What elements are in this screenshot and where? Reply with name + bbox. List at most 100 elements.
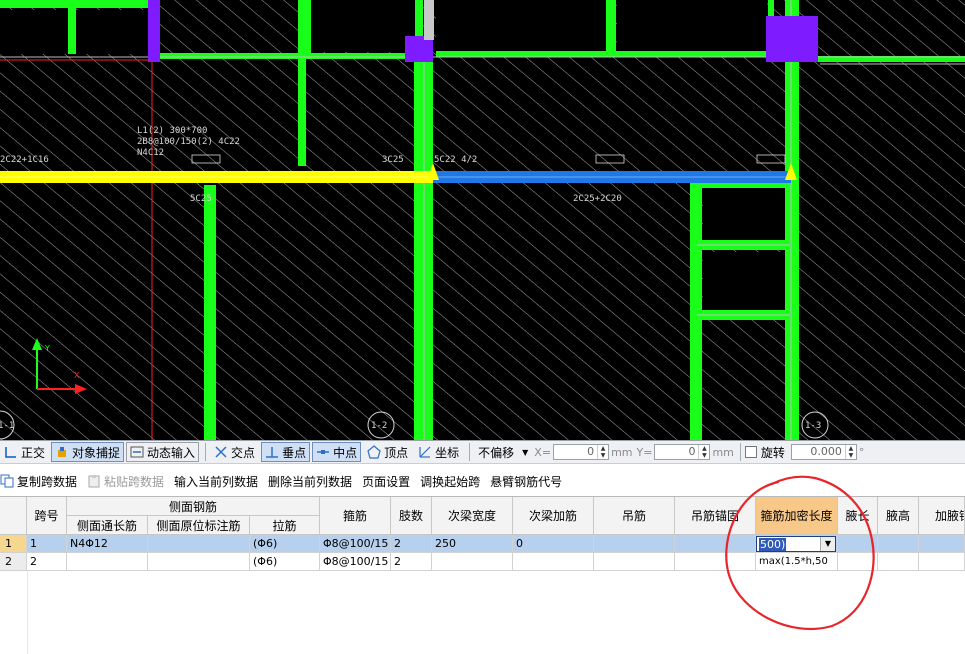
table-row[interactable]: 2 2 (Φ6) Φ8@100/15 2 max(1.5*h,50 xyxy=(0,553,965,571)
dynamic-input-toggle[interactable]: 动态输入 xyxy=(126,442,200,462)
cell-haunch-bar[interactable] xyxy=(919,535,965,553)
paste-span-data-button[interactable]: 粘贴跨数据 xyxy=(87,473,164,490)
col-header-legs[interactable]: 肢数 xyxy=(391,497,432,535)
beam-annotation: 2B8@100/150(2) 4C22 xyxy=(137,137,240,147)
svg-text:X: X xyxy=(74,371,80,380)
midpoint-snap[interactable]: 中点 xyxy=(312,442,362,462)
col-header-tie[interactable]: 拉筋 xyxy=(250,516,320,535)
col-header-label: 次梁宽度 xyxy=(447,509,496,523)
rotate-angle-input[interactable]: 0.000 ▲ ▼ xyxy=(790,444,857,460)
snap-toolbar: 正交 对象捕捉 动态输入 交点 垂点 中点 顶点 坐标 不偏移 ▼ X= 0 ▲… xyxy=(0,440,965,464)
delete-current-column-label: 删除当前列数据 xyxy=(268,474,353,489)
perpendicular-snap[interactable]: 垂点 xyxy=(261,442,311,462)
chevron-down-icon[interactable]: ▼ xyxy=(820,537,835,551)
rebar-label: 3C25 xyxy=(382,155,404,165)
col-header-dense-len[interactable]: 箍筋加密长度 xyxy=(756,497,838,535)
col-header-span[interactable]: 跨号 xyxy=(27,497,67,535)
spin-icon[interactable]: ▲ ▼ xyxy=(844,445,856,459)
col-header-label: 箍筋 xyxy=(342,509,367,523)
cell-tie[interactable]: (Φ6) xyxy=(250,535,320,553)
cell-haunch-h[interactable] xyxy=(878,535,919,553)
cell-hanger[interactable] xyxy=(594,535,675,553)
rotate-checkbox[interactable] xyxy=(744,446,757,458)
copy-icon xyxy=(0,474,14,488)
cell-dense-len[interactable]: max(1.5*h,50 xyxy=(756,553,838,571)
col-header-label: 箍筋加密长度 xyxy=(760,509,833,523)
cell-sec-add[interactable]: 0 xyxy=(513,535,594,553)
cell-side-orig[interactable] xyxy=(148,535,250,553)
table-row[interactable]: 1 1 N4Φ12 (Φ6) Φ8@100/15 2 250 0 500) ▼ xyxy=(0,535,965,553)
rebar-label: 5C22 4/2 xyxy=(434,155,477,165)
toolbar-separator xyxy=(739,443,741,461)
offset-select[interactable]: 不偏移 ▼ xyxy=(474,444,532,461)
cell-hanger-anchor[interactable] xyxy=(675,535,756,553)
cell-haunch-h[interactable] xyxy=(878,553,919,571)
col-header-stirrup[interactable]: 箍筋 xyxy=(320,497,391,535)
cantilever-rebar-code-label: 悬臂钢筋代号 xyxy=(490,474,563,489)
spin-icon[interactable]: ▲ ▼ xyxy=(597,445,608,459)
coordinate-snap[interactable]: 坐标 xyxy=(414,442,463,462)
dynamic-input-label: 动态输入 xyxy=(147,445,196,460)
row-number[interactable]: 1 xyxy=(0,535,27,553)
input-current-column-button[interactable]: 输入当前列数据 xyxy=(174,473,258,490)
midpoint-icon xyxy=(316,445,330,459)
cell-sec-width[interactable] xyxy=(432,553,513,571)
col-header-side-long[interactable]: 侧面通长筋 xyxy=(67,516,148,535)
col-header-label: 吊筋锚固 xyxy=(690,509,739,523)
swap-start-span-button[interactable]: 调换起始跨 xyxy=(420,473,480,490)
vertex-snap[interactable]: 顶点 xyxy=(363,442,412,462)
col-header-hanger-anchor[interactable]: 吊筋锚固 xyxy=(675,497,756,535)
cell-haunch-bar[interactable] xyxy=(919,553,965,571)
copy-span-data-button[interactable]: 复制跨数据 xyxy=(0,473,77,490)
cell-side-long[interactable]: N4Φ12 xyxy=(67,535,148,553)
cell-legs[interactable]: 2 xyxy=(391,535,432,553)
col-header-label: 侧面通长筋 xyxy=(76,518,137,533)
vertex-label: 顶点 xyxy=(384,445,409,460)
object-snap-toggle[interactable]: 对象捕捉 xyxy=(51,442,125,462)
x-coordinate-input[interactable]: 0 ▲ ▼ xyxy=(553,444,610,460)
cell-haunch-len[interactable] xyxy=(838,535,878,553)
cad-drawing-canvas[interactable]: L1(2) 300*700 2B8@100/150(2) 4C22 N4C12 … xyxy=(0,0,965,440)
ortho-toggle[interactable]: 正交 xyxy=(0,442,49,462)
cell-stirrup[interactable]: Φ8@100/15 xyxy=(320,553,391,571)
swap-start-span-label: 调换起始跨 xyxy=(420,474,481,489)
cell-tie[interactable]: (Φ6) xyxy=(250,553,320,571)
unit-label: mm xyxy=(611,445,633,459)
cell-sec-add[interactable] xyxy=(513,553,594,571)
row-number[interactable]: 2 xyxy=(0,553,27,571)
page-setup-button[interactable]: 页面设置 xyxy=(362,473,410,490)
dense-len-combo-editor[interactable]: 500) ▼ xyxy=(756,536,836,552)
col-header-haunch-len[interactable]: 腋长 xyxy=(838,497,878,535)
col-header-side-orig[interactable]: 侧面原位标注筋 xyxy=(148,516,250,535)
cell-stirrup[interactable]: Φ8@100/15 xyxy=(320,535,391,553)
cell-span[interactable]: 2 xyxy=(27,553,67,571)
col-header-sec-add[interactable]: 次梁加筋 xyxy=(513,497,594,535)
cell-hanger[interactable] xyxy=(594,553,675,571)
cell-sec-width[interactable]: 250 xyxy=(432,535,513,553)
intersection-label: 交点 xyxy=(231,445,256,460)
delete-current-column-button[interactable]: 删除当前列数据 xyxy=(268,473,352,490)
group-header-side-rebar: 侧面钢筋 xyxy=(67,497,320,516)
cell-haunch-len[interactable] xyxy=(838,553,878,571)
cell-side-long[interactable] xyxy=(67,553,148,571)
spin-icon[interactable]: ▲ ▼ xyxy=(698,445,709,459)
col-header-hanger[interactable]: 吊筋 xyxy=(594,497,675,535)
cell-legs[interactable]: 2 xyxy=(391,553,432,571)
col-header-sec-width[interactable]: 次梁宽度 xyxy=(432,497,513,535)
perpendicular-label: 垂点 xyxy=(282,445,307,460)
col-header-haunch-bar[interactable]: 加腋钢 xyxy=(919,497,965,535)
cell-span[interactable]: 1 xyxy=(27,535,67,553)
rebar-label: 5C25 xyxy=(190,194,212,204)
offset-select-value: 不偏移 xyxy=(478,445,515,460)
intersection-snap[interactable]: 交点 xyxy=(210,442,259,462)
cell-hanger-anchor[interactable] xyxy=(675,553,756,571)
object-snap-icon xyxy=(55,445,69,459)
cantilever-rebar-code-button[interactable]: 悬臂钢筋代号 xyxy=(490,473,562,490)
ortho-icon xyxy=(4,445,18,459)
perpendicular-icon xyxy=(265,445,279,459)
slab-hatch xyxy=(0,0,965,440)
cell-side-orig[interactable] xyxy=(148,553,250,571)
col-header-haunch-h[interactable]: 腋高 xyxy=(878,497,919,535)
x-label: X= xyxy=(534,445,552,459)
y-coordinate-input[interactable]: 0 ▲ ▼ xyxy=(654,444,711,460)
